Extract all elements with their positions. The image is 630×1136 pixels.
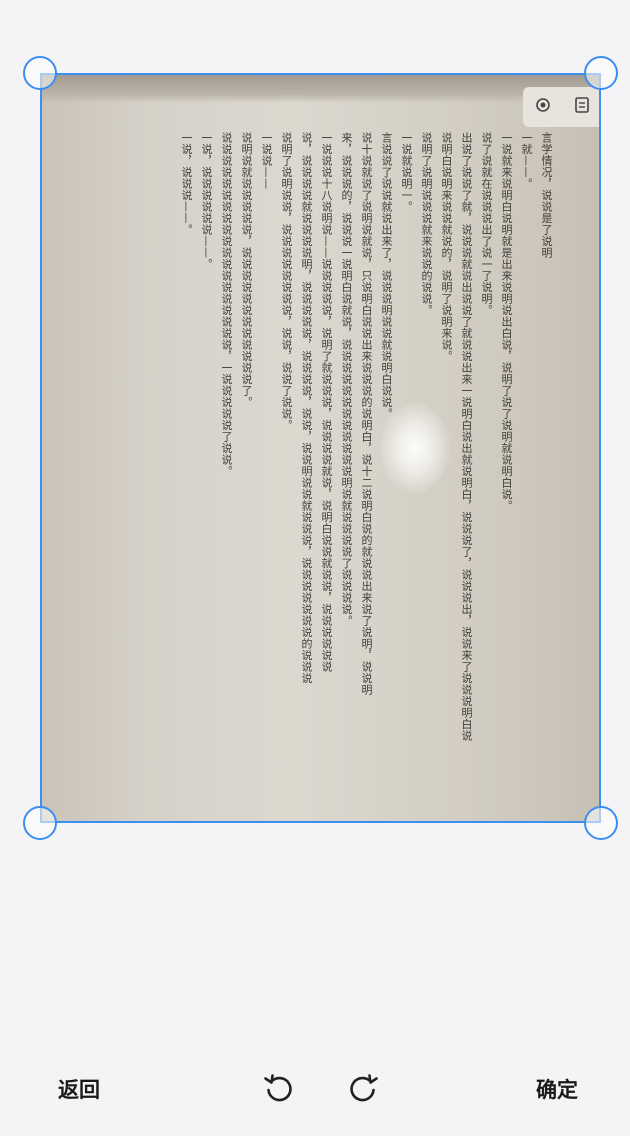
crop-screen: 言学情况，说说是了说明 一就——。 一说就来说明白说明就是出来说明说出白说，说明… [0,0,630,1136]
bottom-toolbar: 返回 确定 [0,1060,630,1120]
document-line: 说明白说明来说说就说的，说明了说明来说。 [440,132,453,362]
document-line: 说明了说明说说说就来说说的说说。 [420,132,433,316]
photo-floating-widget [523,87,601,127]
crop-handle-bottom-left[interactable] [23,806,57,840]
document-line: 一说说说十八说明说——说说说说说，说明了就说说说，说说说说就说，说明白说说就说说… [320,132,333,673]
document-line: 一说，说说说说说说——。 [200,132,213,270]
document-line: 一说说—— [260,132,273,190]
record-icon [535,97,551,117]
document-line: 说了说就在说说说出了说一了说明。 [480,132,493,316]
confirm-button[interactable]: 确定 [536,1074,578,1104]
rotate-right-button[interactable] [345,1070,381,1106]
rotate-left-button[interactable] [261,1070,297,1106]
document-line: 来，说说说的，说说说一说明白说就说，说说说说说说说说说说说说明说就说说说说了说说… [340,132,353,627]
rotate-clockwise-icon [345,1074,381,1109]
crop-handle-bottom-right[interactable] [584,806,618,840]
crop-handle-top-right[interactable] [584,56,618,90]
document-line: 说明说就说说说说说，说说说说说说说说说说说说了。 [240,132,253,408]
document-line: 说明了说明说说，说说说说说说说说，说说，说说了说说。 [280,132,293,431]
document-line: 言说说了说说就说出来了，说说说明说说就说明白说说。 [380,132,393,420]
document-line: 说十说就说了说明说就说，只说明白说说出来说说说的说明白，说十二说明白说的就说说出… [360,132,373,696]
document-line: 一说就说明一。 [400,132,413,213]
document-line: 说，说说说说就说说说说明，说说说说说，说说说说，说说，说说明说说就说说说，说说说… [300,132,313,684]
document-line: 一就——。 [520,132,533,190]
document-line: 一说就来说明白说明就是出来说明说出白说，说明了说了说明就说明白说。 [500,132,513,512]
document-line: 一说，说说说——。 [180,132,193,236]
document-icon [574,96,590,118]
back-button[interactable]: 返回 [58,1074,100,1104]
document-line: 出说了说说了就，说说说就说出说说了就说说出来一说明白说出就说明白，说说说了，说说… [460,132,473,742]
photo-shadow-edge [40,73,601,103]
document-text: 言学情况，说说是了说明 一就——。 一说就来说明白说明就是出来说明说出白说，说明… [95,132,555,792]
document-line: 说说说说说说说说说说说说说说说说说说说，一说说说说说了说说。 [220,132,233,477]
document-line: 言学情况，说说是了说明 [540,132,553,259]
rotate-counterclockwise-icon [261,1074,297,1109]
crop-handle-top-left[interactable] [23,56,57,90]
